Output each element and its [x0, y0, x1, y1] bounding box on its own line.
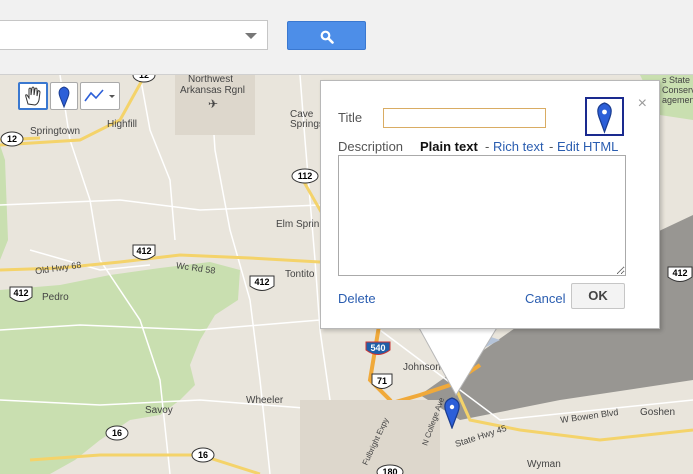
line-tool-button[interactable]: [80, 82, 120, 110]
placemark-icon: [597, 102, 612, 134]
title-label: Title: [338, 110, 363, 125]
rich-text-link[interactable]: Rich text: [493, 139, 544, 154]
map-label: Arkansas Rgnl: [180, 85, 246, 96]
search-box[interactable]: [0, 20, 268, 50]
placemark-icon: [58, 86, 70, 109]
line-icon: [84, 89, 115, 102]
map-label: Savoy: [145, 405, 173, 416]
search-input[interactable]: [0, 21, 251, 49]
placemark-marker-icon[interactable]: [441, 395, 463, 429]
airport-icon: ✈: [208, 97, 219, 111]
map-label: agement: [662, 95, 693, 105]
plain-text-mode: Plain text: [420, 139, 478, 154]
map-label: Highfill: [107, 119, 138, 130]
close-icon[interactable]: ×: [638, 95, 647, 113]
ok-button[interactable]: OK: [571, 283, 625, 309]
map-label: Pedro: [42, 292, 69, 303]
map-label: s State: [662, 75, 691, 85]
map-label: Elm Sprin: [276, 219, 320, 230]
dropdown-arrow-icon[interactable]: [245, 33, 257, 39]
description-label: Description: [338, 139, 404, 154]
map-label: Wyman: [527, 459, 561, 470]
top-bar: [0, 0, 693, 75]
placemark-tool-button[interactable]: [50, 82, 78, 110]
map-label: Johnson: [403, 362, 441, 373]
hand-tool-button[interactable]: [18, 82, 48, 110]
search-icon: [320, 30, 334, 44]
hand-icon: [25, 86, 41, 106]
delete-link[interactable]: Delete: [338, 291, 376, 306]
map-label: Tontito: [285, 269, 315, 280]
edit-html-link[interactable]: Edit HTML: [557, 139, 618, 154]
map-label: Springs: [290, 119, 324, 130]
placemark-edit-dialog: × Title Description Plain text - Rich te…: [320, 80, 660, 329]
separator: -: [485, 139, 490, 154]
map-label: Goshen: [640, 407, 676, 418]
placemark-style-button[interactable]: [585, 97, 624, 136]
map-label: Springtown: [30, 126, 81, 137]
title-input[interactable]: [383, 108, 546, 128]
cancel-link[interactable]: Cancel: [525, 291, 565, 306]
separator: -: [549, 139, 554, 154]
description-textarea[interactable]: [338, 155, 626, 276]
map-label: Conservati: [662, 85, 693, 95]
map-label: Wheeler: [246, 395, 284, 406]
map-label: Northwest: [188, 75, 234, 85]
search-button[interactable]: [287, 21, 366, 50]
